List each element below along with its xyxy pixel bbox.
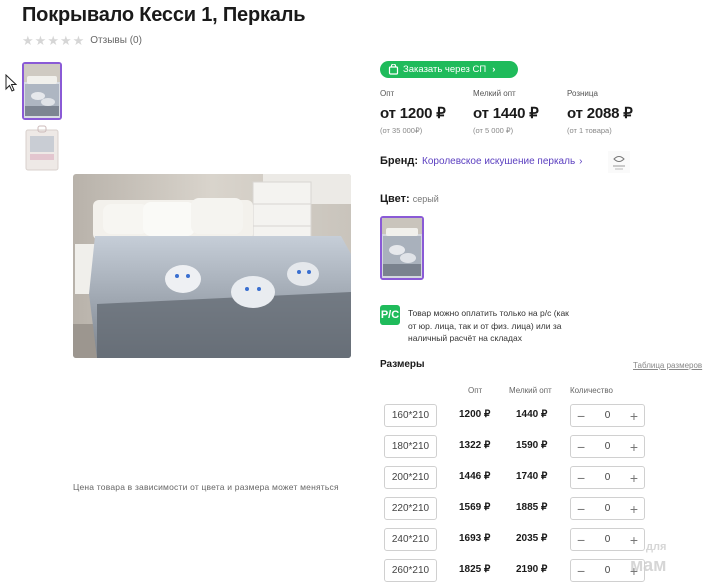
bank-transfer-icon: Р/С <box>380 305 400 325</box>
plus-button[interactable]: + <box>630 409 638 423</box>
size-row: 260*210 1825 ₽ 2190 ₽ − 0 + <box>0 559 710 583</box>
size-table-link[interactable]: Таблица размеров <box>633 361 702 370</box>
small-wholesale-price: 2190 ₽ <box>516 564 548 575</box>
price-label: Мелкий опт <box>473 89 516 98</box>
quantity-input[interactable]: 0 <box>605 534 611 545</box>
plus-button[interactable]: + <box>630 440 638 454</box>
sizes-title: Размеры <box>380 359 425 370</box>
star-icon: ★ <box>22 33 34 48</box>
order-button-label: Заказать через СП <box>403 64 487 75</box>
brand-link[interactable]: Королевское искушение перкаль <box>422 156 575 167</box>
wholesale-price: 1693 ₽ <box>459 533 491 544</box>
size-option[interactable]: 240*210 <box>384 528 437 551</box>
wholesale-price: 1200 ₽ <box>459 409 491 420</box>
rating: ★ ★ ★ ★ ★ Отзывы (0) <box>22 34 142 47</box>
price-small-wholesale: Мелкий опт от 1440 ₽ (от 5 000 ₽) <box>473 89 539 135</box>
chevron-right-icon: › <box>579 155 583 167</box>
column-header-quantity: Количество <box>570 386 613 395</box>
quantity-stepper: − 0 + <box>570 404 645 427</box>
watermark-line-1: для <box>646 541 667 553</box>
bedspread-thumbnail-image <box>24 64 60 118</box>
minus-button[interactable]: − <box>577 471 585 485</box>
page-title: Покрывало Кесси 1, Перкаль <box>22 4 306 26</box>
color-swatch-image <box>382 218 422 278</box>
minus-button[interactable]: − <box>577 533 585 547</box>
quantity-input[interactable]: 0 <box>605 441 611 452</box>
size-option[interactable]: 260*210 <box>384 559 437 582</box>
size-row: 240*210 1693 ₽ 2035 ₽ − 0 + <box>0 528 710 552</box>
quantity-stepper: − 0 + <box>570 497 645 520</box>
watermark-line-2: мам <box>630 555 667 575</box>
payment-note: Товар можно оплатить только на р/с (как … <box>408 308 569 343</box>
thumbnail-2[interactable] <box>22 124 62 182</box>
quantity-input[interactable]: 0 <box>605 503 611 514</box>
small-wholesale-price: 1590 ₽ <box>516 440 548 451</box>
size-option[interactable]: 160*210 <box>384 404 437 427</box>
bedspread-photo <box>73 174 351 358</box>
small-wholesale-price: 1440 ₽ <box>516 409 548 420</box>
small-wholesale-price: 1885 ₽ <box>516 502 548 513</box>
color-label: Цвет: <box>380 193 410 205</box>
size-row: 160*210 1200 ₽ 1440 ₽ − 0 + <box>0 404 710 428</box>
price-wholesale: Опт от 1200 ₽ (от 35 000₽) <box>380 89 446 135</box>
price-retail: Розница от 2088 ₽ (от 1 товара) <box>567 89 633 135</box>
shopping-bag-icon <box>388 64 399 75</box>
chevron-right-icon: › <box>492 64 496 75</box>
watermark: для мам <box>630 538 666 574</box>
column-header-small-wholesale: Мелкий опт <box>509 386 552 395</box>
color-swatch-gray[interactable] <box>380 216 424 280</box>
price-label: Опт <box>380 89 395 98</box>
price-note: (от 35 000₽) <box>380 126 423 135</box>
price-label: Розница <box>567 89 598 98</box>
small-wholesale-price: 1740 ₽ <box>516 471 548 482</box>
quantity-stepper: − 0 + <box>570 466 645 489</box>
mouse-cursor-icon <box>5 74 17 92</box>
wholesale-price: 1446 ₽ <box>459 471 491 482</box>
price-note: (от 5 000 ₽) <box>473 126 514 135</box>
package-thumbnail-image <box>22 124 62 182</box>
main-product-photo[interactable] <box>73 174 351 358</box>
column-header-opt: Опт <box>468 386 483 395</box>
minus-button[interactable]: − <box>577 440 585 454</box>
star-icon: ★ <box>34 33 47 48</box>
order-via-sp-button[interactable]: Заказать через СП › <box>380 61 518 78</box>
quantity-stepper: − 0 + <box>570 435 645 458</box>
brand-row: Бренд: Королевское искушение перкаль › <box>380 155 583 167</box>
price-value: от 2088 ₽ <box>567 105 633 122</box>
rating-stars: ★ ★ ★ ★ ★ <box>22 34 84 47</box>
size-row: 220*210 1569 ₽ 1885 ₽ − 0 + <box>0 497 710 521</box>
size-row: 180*210 1322 ₽ 1590 ₽ − 0 + <box>0 435 710 459</box>
price-value: от 1200 ₽ <box>380 105 446 122</box>
reviews-link[interactable]: Отзывы (0) <box>90 35 142 46</box>
size-option[interactable]: 180*210 <box>384 435 437 458</box>
price-value: от 1440 ₽ <box>473 105 539 122</box>
wholesale-price: 1569 ₽ <box>459 502 491 513</box>
brand-logo-icon <box>608 151 630 173</box>
star-icon: ★ <box>59 33 72 48</box>
color-row: Цвет: серый <box>380 193 439 205</box>
quantity-input[interactable]: 0 <box>605 410 611 421</box>
minus-button[interactable]: − <box>577 564 585 578</box>
minus-button[interactable]: − <box>577 409 585 423</box>
thumbnail-1[interactable] <box>22 62 62 120</box>
size-row: 200*210 1446 ₽ 1740 ₽ − 0 + <box>0 466 710 490</box>
wholesale-price: 1825 ₽ <box>459 564 491 575</box>
small-wholesale-price: 2035 ₽ <box>516 533 548 544</box>
star-icon: ★ <box>47 33 59 48</box>
price-note: (от 1 товара) <box>567 126 612 135</box>
size-option[interactable]: 200*210 <box>384 466 437 489</box>
size-option[interactable]: 220*210 <box>384 497 437 520</box>
plus-button[interactable]: + <box>630 471 638 485</box>
plus-button[interactable]: + <box>630 502 638 516</box>
brand-label: Бренд: <box>380 155 419 167</box>
color-value: серый <box>412 194 439 204</box>
quantity-input[interactable]: 0 <box>605 565 611 576</box>
wholesale-price: 1322 ₽ <box>459 440 491 451</box>
quantity-input[interactable]: 0 <box>605 472 611 483</box>
minus-button[interactable]: − <box>577 502 585 516</box>
star-icon: ★ <box>72 33 85 48</box>
